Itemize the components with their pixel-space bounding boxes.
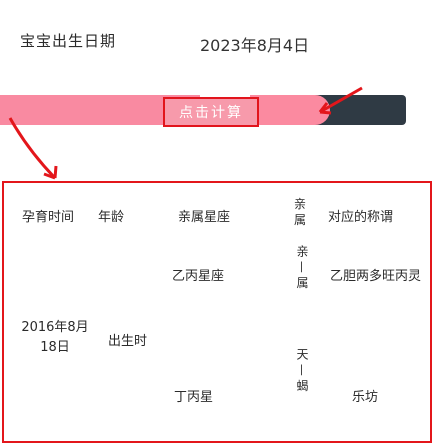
col-title: 对应的称谓: [328, 210, 394, 225]
birth-time-cell: 出生时: [108, 334, 148, 349]
col-age: 年龄: [98, 210, 125, 225]
row2-relation: 天 — 蝎: [292, 348, 312, 396]
calculate-button[interactable]: 点击计算: [163, 97, 259, 127]
row1-relation-text: 亲 — 属: [295, 245, 309, 289]
row1-constellation: 乙丙星座: [172, 269, 225, 284]
row2-title: 乐坊: [352, 390, 379, 405]
row1-title: 乙胆两多旺丙灵: [330, 269, 422, 284]
row1-relation: 亲 — 属: [292, 245, 312, 293]
birth-date-cell: 2016年8月 18日: [21, 320, 89, 355]
row2-relation-text: 天 — 蝎: [295, 348, 309, 392]
col-gestation-time: 孕育时间: [22, 210, 75, 225]
row2-constellation: 丁丙星: [174, 390, 214, 405]
col-relation: 亲 属: [293, 197, 306, 227]
calc-bar-pink-cap: [250, 95, 330, 125]
birth-date-value[interactable]: 2023年8月4日: [200, 32, 309, 56]
birth-date-label: 宝宝出生日期: [20, 32, 117, 50]
col-constellation: 亲属星座: [178, 210, 231, 225]
